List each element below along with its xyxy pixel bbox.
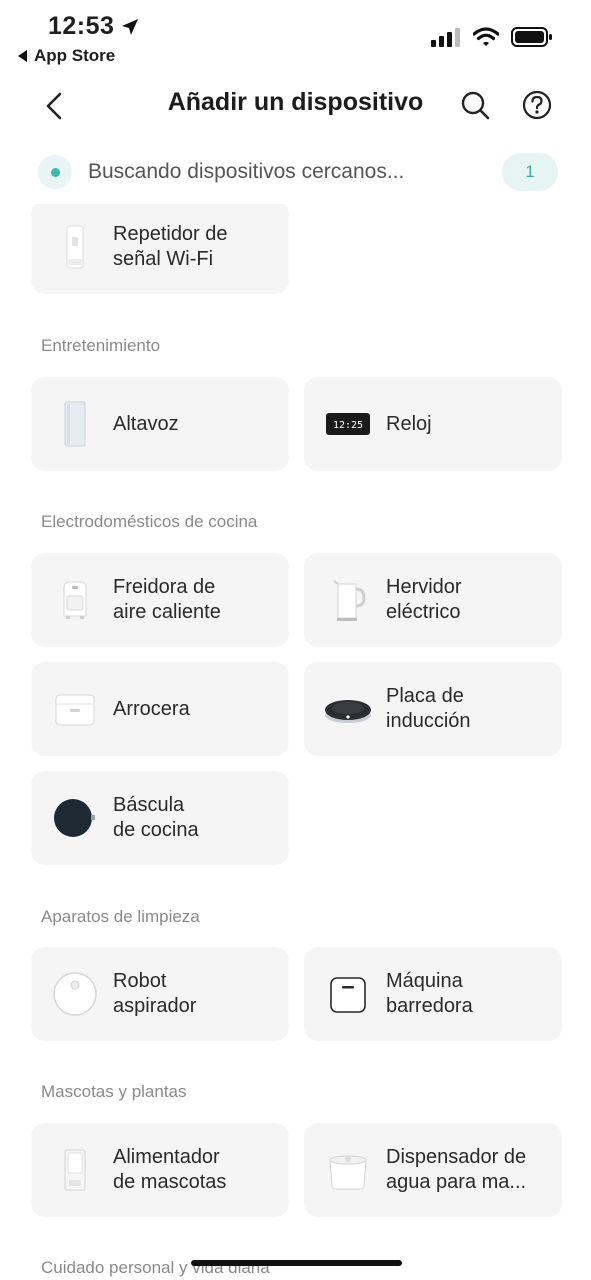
device-card-label: Máquina barredora [386,970,473,1017]
induction-cooker-icon [324,685,372,733]
battery-icon [511,27,552,47]
search-button[interactable] [456,86,494,124]
device-card-label: Freidora de aire caliente [113,576,221,623]
clock-display-text: 12:25 [333,420,363,431]
status-time-text: 12:53 [48,12,115,40]
device-card-label: Repetidor de señal Wi-Fi [113,223,228,270]
section-title-entertainment: Entretenimiento [41,336,161,355]
status-indicators [431,26,553,48]
device-card-wifi-repeater[interactable]: Repetidor de señal Wi-Fi [31,204,289,294]
device-card-label: Placa de inducción [386,685,471,732]
wifi-repeater-icon [51,223,99,271]
status-time: 12:53 [48,12,140,41]
device-card-robot-vacuum[interactable]: Robot aspirador [31,947,289,1041]
device-card-label: Arrocera [113,697,190,720]
device-card-label: Dispensador de agua para ma... [386,1146,527,1193]
location-arrow-icon [122,18,139,35]
device-card-label: Robot aspirador [113,970,197,1017]
kettle-icon [324,576,372,624]
found-devices-badge[interactable]: 1 [502,153,558,191]
device-card-label: Alimentador de mascotas [113,1146,227,1193]
section-title-kitchen: Electrodomésticos de cocina [41,512,258,531]
back-triangle-icon [18,50,27,62]
device-card-label: Hervidor eléctrico [386,576,462,623]
device-card-label: Altavoz [113,412,179,435]
sweeper-icon [324,970,372,1018]
device-card-induction[interactable]: Placa de inducción [304,662,562,756]
section-title-pets: Mascotas y plantas [41,1082,187,1101]
device-card-label: Reloj [386,412,432,435]
device-card-speaker[interactable]: Altavoz [31,377,289,471]
nearby-scan-status: Buscando dispositivos cercanos... 1 [0,150,591,196]
device-card-kettle[interactable]: Hervidor eléctrico [304,553,562,647]
rice-cooker-icon [51,685,99,733]
device-card-air-fryer[interactable]: Freidora de aire caliente [31,553,289,647]
section-title-cleaning: Aparatos de limpieza [41,907,200,926]
scan-status-text: Buscando dispositivos cercanos... [88,160,405,183]
device-card-sweeper[interactable]: Máquina barredora [304,947,562,1041]
robot-vacuum-icon [51,970,99,1018]
kitchen-scale-icon [51,794,99,842]
device-card-rice-cooker[interactable]: Arrocera [31,662,289,756]
help-button[interactable] [518,86,556,124]
back-to-app-store[interactable]: App Store [18,46,115,66]
device-card-pet-feeder[interactable]: Alimentador de mascotas [31,1123,289,1217]
nav-header: Añadir un dispositivo [0,74,591,134]
search-icon [461,91,490,120]
status-bar: 12:53 App Store [0,0,591,72]
pet-feeder-icon [51,1146,99,1194]
speaker-icon [51,400,99,448]
water-dispenser-icon [324,1146,372,1194]
device-card-label: Báscula de cocina [113,794,199,841]
device-card-clock[interactable]: 12:25 Reloj [304,377,562,471]
air-fryer-icon [51,576,99,624]
device-card-kitchen-scale[interactable]: Báscula de cocina [31,771,289,865]
page-title: Añadir un dispositivo [167,88,424,116]
home-indicator[interactable] [191,1260,402,1266]
device-card-water-dispenser[interactable]: Dispensador de agua para ma... [304,1123,562,1217]
scan-indicator-icon [38,155,72,189]
cellular-signal-icon [431,28,460,47]
clock-icon: 12:25 [324,400,372,448]
wifi-icon [473,27,499,46]
back-app-label: App Store [34,46,116,65]
device-category-list[interactable]: Repetidor de señal Wi-Fi Entretenimiento… [0,204,591,1280]
help-icon [522,90,552,120]
